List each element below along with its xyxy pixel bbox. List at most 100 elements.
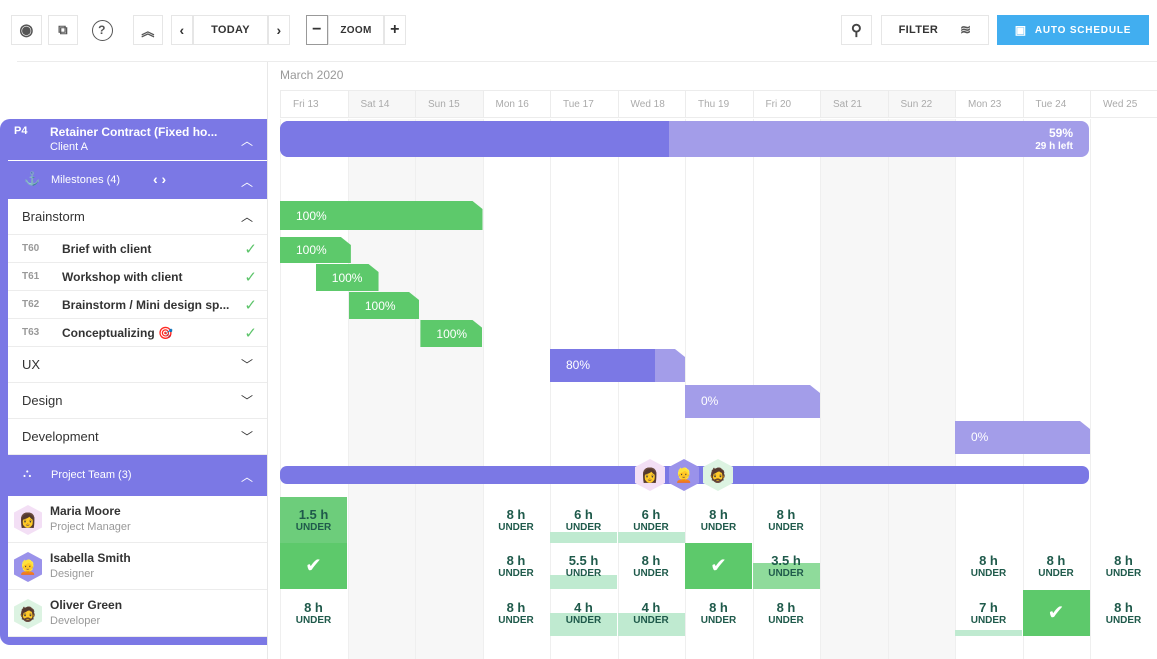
workload-hours: 8 h [709,507,728,522]
team-member[interactable]: 👱 Isabella Smith Designer [8,543,267,590]
workload-cell[interactable]: 8 h UNDER [955,543,1022,589]
project-progress-fill [280,121,670,157]
filter-button[interactable]: FILTER ≋ [881,15,989,45]
double-chevron-up-icon: ︽ [141,23,155,39]
zoom-out-button[interactable]: − [306,15,328,45]
workload-cell[interactable]: 8 h UNDER [1023,543,1090,589]
day-header: Fri 13 [280,90,348,118]
task-row[interactable]: T62 Brainstorm / Mini design sp... ✓ [8,291,267,319]
workload-status: UNDER [565,615,602,626]
workload-status: UNDER [768,568,804,579]
member-role: Project Manager [50,521,131,533]
milestone-group[interactable]: Design ﹀ [8,383,267,419]
check-icon[interactable]: ✓ [244,296,257,314]
workload-cell[interactable]: 8 h UNDER [1090,543,1157,589]
avatar: 👩 [14,505,42,535]
workload-cell[interactable]: 8 h UNDER [1090,590,1157,636]
workload-cell[interactable]: 8 h UNDER [483,543,550,589]
day-column [887,119,955,659]
workload-cell[interactable]: 6 h UNDER [550,497,617,543]
milestone-bar[interactable]: 80% [550,349,685,382]
chevron-down-icon[interactable]: ﹀ [241,356,253,373]
workload-cell[interactable]: 8 h UNDER [753,497,820,543]
copy-layout-button[interactable]: ⧉ [48,15,78,45]
workload-hours: 4 h [641,600,661,615]
task-bar[interactable]: 100% [316,264,379,291]
workload-cell[interactable]: 8 h UNDER [280,590,347,636]
help-button[interactable]: ? [88,15,116,45]
task-bar[interactable]: 100% [349,292,419,319]
workload-cell[interactable]: 8 h UNDER [685,590,752,636]
workload-status: UNDER [633,522,669,533]
milestone-group[interactable]: Brainstorm ︿ [8,199,267,235]
workload-hours: 6 h [574,507,593,522]
workload-cell[interactable]: 1.5 h UNDER [280,497,347,543]
day-header: Tue 24 [1022,90,1090,118]
project-header[interactable]: P4 Retainer Contract (Fixed ho... Client… [0,119,267,159]
workload-cell[interactable]: 6 h UNDER [617,497,685,543]
project-progress-bar[interactable]: 59% 29 h left [280,121,1089,157]
milestone-bar[interactable]: 100% [280,201,483,230]
check-icon[interactable]: ✓ [244,324,257,342]
workload-cell[interactable]: 8 h UNDER [753,590,820,636]
today-label: TODAY [211,24,250,36]
workload-cell-complete[interactable]: ✔ [1022,590,1090,636]
workload-status: UNDER [633,568,669,579]
milestone-group[interactable]: Development ﹀ [8,419,267,455]
task-bar[interactable]: 100% [420,320,482,347]
workload-cell[interactable]: 8 h UNDER [685,497,752,543]
workload-hours: 8 h [506,553,526,568]
collapse-all-button[interactable]: ︽ [133,15,163,45]
workload-hours: 8 h [506,507,526,522]
workload-cell[interactable]: 8 h UNDER [483,497,550,543]
group-name: Design [22,393,63,408]
next-button[interactable]: › [268,15,290,45]
chevron-left-icon: ‹ [179,22,185,38]
workload-cell[interactable]: 4 h UNDER [550,590,617,636]
task-row[interactable]: T61 Workshop with client ✓ [8,263,267,291]
workload-cell[interactable]: 8 h UNDER [483,590,550,636]
plus-icon: + [390,21,400,38]
workload-status: UNDER [498,522,534,533]
code-brackets-icon[interactable]: ‹ › [153,171,166,187]
workload-cell[interactable]: 8 h UNDER [618,543,685,589]
chevron-up-icon[interactable]: ︿ [241,208,253,225]
workload-cell-complete[interactable]: ✔ [685,543,752,589]
workload-cell[interactable]: 4 h UNDER [617,590,685,636]
robot-icon: ▣ [1014,23,1027,37]
task-row[interactable]: T60 Brief with client ✓ [8,235,267,263]
task-bar[interactable]: 100% [280,237,351,263]
milestone-bar[interactable]: 0% [955,421,1090,454]
workload-cell[interactable]: 3.5 h UNDER [752,543,820,589]
prev-button[interactable]: ‹ [171,15,193,45]
zoom-text: ZOOM [340,24,372,36]
chevron-down-icon[interactable]: ﹀ [241,428,253,445]
milestone-bar[interactable]: 0% [685,385,820,418]
team-member[interactable]: 🧔 Oliver Green Developer [8,590,267,637]
zoom-in-button[interactable]: + [384,15,406,45]
workload-hours: 4 h [574,600,593,615]
task-name: Brainstorm / Mini design sp... [62,297,230,312]
team-member[interactable]: 👩 Maria Moore Project Manager [8,496,267,543]
milestones-header[interactable]: ⚓ Milestones (4) ‹ › ︿ [8,160,267,198]
auto-schedule-button[interactable]: ▣ AUTO SCHEDULE [997,15,1149,45]
milestone-group[interactable]: UX ﹀ [8,347,267,383]
workload-hours: 8 h [1046,553,1066,568]
visibility-button[interactable]: ◉ [11,15,42,45]
chevron-up-icon[interactable]: ︿ [241,468,253,485]
project-client: Client A [50,141,88,153]
team-header[interactable]: ⛬ Project Team (3) ︿ [8,456,267,494]
team-icon: ⛬ [23,466,32,480]
workload-cell[interactable]: 7 h UNDER [955,590,1022,636]
check-icon[interactable]: ✓ [244,240,257,258]
chevron-down-icon[interactable]: ﹀ [241,392,253,409]
chevron-up-icon[interactable]: ︿ [241,132,253,149]
search-button[interactable]: ⚲ [841,15,872,45]
check-icon[interactable]: ✓ [244,268,257,286]
task-row[interactable]: T63 Conceptualizing 🎯 ✓ [8,319,267,347]
today-button[interactable]: TODAY [193,15,268,45]
workload-cell-complete[interactable]: ✔ [280,543,347,589]
auto-schedule-label: AUTO SCHEDULE [1034,24,1132,36]
chevron-up-icon[interactable]: ︿ [241,173,253,190]
workload-cell[interactable]: 5.5 h UNDER [550,543,617,589]
